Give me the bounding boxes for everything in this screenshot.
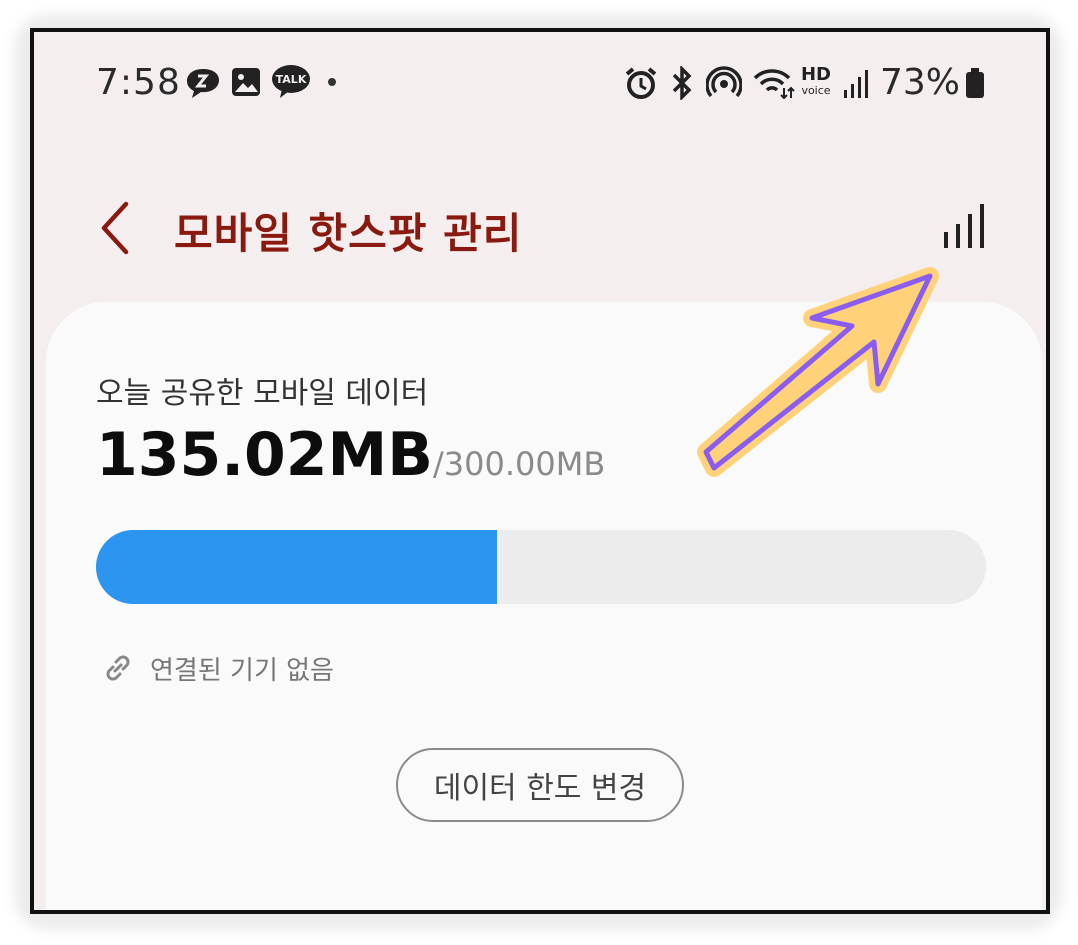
data-usage-card: 오늘 공유한 모바일 데이터 135.02MB/300.00MB 연결된 기기 …	[46, 302, 1042, 910]
status-time: 7:58	[96, 62, 181, 103]
alarm-icon	[625, 67, 657, 99]
shared-data-label: 오늘 공유한 모바일 데이터	[96, 376, 429, 411]
cell-signal-icon	[844, 70, 868, 98]
chat-bubble-icon	[187, 69, 219, 98]
gallery-icon	[232, 68, 260, 96]
battery-icon	[966, 68, 984, 98]
used-data-value: 135.02MB	[96, 420, 433, 490]
back-button[interactable]	[90, 198, 140, 258]
phone-screen: 7:58 TALK HD voice 73% 모바일 핫스팟 관리 오늘 공유한…	[30, 28, 1050, 914]
usage-separator: /	[432, 445, 444, 483]
connected-devices-status: 연결된 기기 없음	[150, 656, 334, 686]
kakaotalk-icon: TALK	[272, 65, 310, 98]
svg-text:TALK: TALK	[276, 73, 307, 86]
wifi-icon	[753, 69, 795, 100]
hotspot-icon	[706, 66, 742, 98]
more-dot-icon	[328, 78, 336, 86]
progress-fill	[96, 530, 497, 604]
bluetooth-icon	[672, 66, 692, 100]
data-usage-amount: 135.02MB/300.00MB	[96, 420, 605, 490]
battery-percent: 73%	[880, 62, 961, 103]
hd-voice-icon: HD voice	[800, 64, 831, 97]
link-icon	[106, 655, 130, 681]
app-bar: 모바일 핫스팟 관리	[34, 182, 1046, 272]
status-bar: 7:58 TALK HD voice 73%	[34, 32, 1046, 132]
change-data-limit-button[interactable]: 데이터 한도 변경	[396, 748, 684, 822]
data-limit-value: 300.00MB	[443, 445, 606, 483]
data-usage-chart-button[interactable]	[942, 202, 988, 252]
page-title: 모바일 핫스팟 관리	[174, 209, 523, 258]
data-usage-progress-bar	[96, 530, 986, 604]
